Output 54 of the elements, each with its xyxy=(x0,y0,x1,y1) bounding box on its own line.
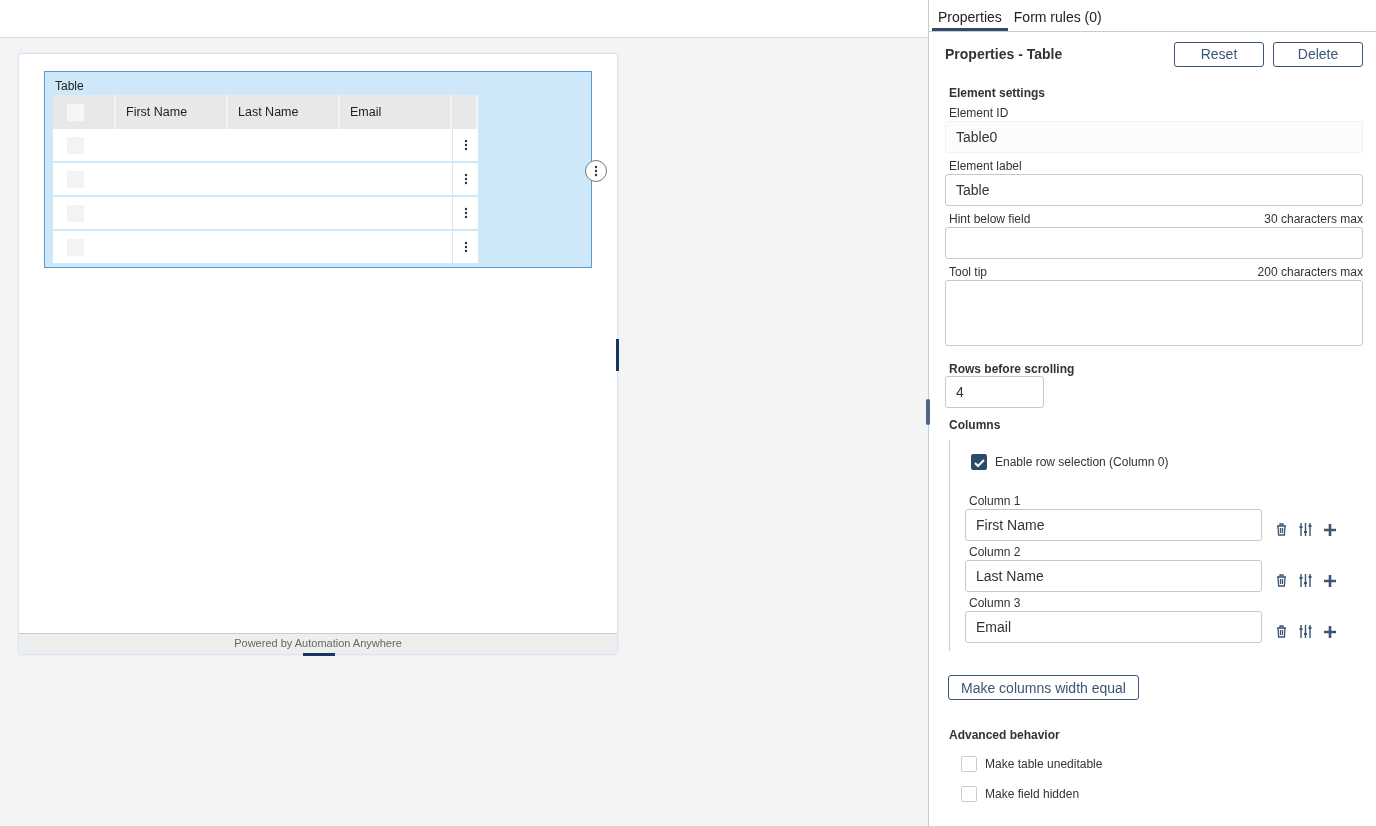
character-limit: 30 characters max xyxy=(1264,212,1363,226)
input-field[interactable]: Table xyxy=(945,174,1363,206)
field-label: Column 2 xyxy=(969,545,1021,559)
resize-handle[interactable] xyxy=(303,653,335,656)
section-title: Element settings xyxy=(949,86,1047,100)
character-limit: 200 characters max xyxy=(1257,265,1363,279)
checkbox[interactable] xyxy=(971,454,987,470)
column-header: First Name xyxy=(116,95,228,129)
checkbox-label: Make table uneditable xyxy=(985,757,1103,771)
panel-title: Properties - Table xyxy=(945,46,1064,62)
input-field[interactable]: Last Name xyxy=(965,560,1262,592)
field-label: Tool tip xyxy=(949,265,988,279)
resize-handle[interactable] xyxy=(616,339,619,371)
input-field[interactable] xyxy=(945,227,1363,259)
more-icon[interactable] xyxy=(463,173,468,185)
more-icon[interactable] xyxy=(463,139,468,151)
delete-button[interactable]: Delete xyxy=(1273,41,1363,67)
field-label: Column 3 xyxy=(969,596,1021,610)
header-cell xyxy=(452,95,478,129)
splitter-handle[interactable] xyxy=(926,399,930,425)
field-label: Rows before scrolling xyxy=(949,362,1076,376)
field-label: Hint below field xyxy=(949,212,1031,226)
more-icon[interactable] xyxy=(594,165,598,177)
plus-icon[interactable] xyxy=(1324,574,1336,587)
table-label: Table xyxy=(55,79,84,93)
footer-text: Powered by Automation Anywhere xyxy=(19,633,617,654)
trash-icon[interactable] xyxy=(1276,523,1287,536)
tab[interactable]: Properties xyxy=(932,0,1008,31)
reset-button[interactable]: Reset xyxy=(1174,41,1264,67)
section-title: Columns xyxy=(949,418,1002,432)
section-title: Advanced behavior xyxy=(949,728,1061,742)
plus-icon[interactable] xyxy=(1324,523,1336,536)
input-field[interactable]: 4 xyxy=(945,376,1044,408)
sliders-icon[interactable] xyxy=(1299,574,1312,587)
more-icon[interactable] xyxy=(463,207,468,219)
column-header: Email xyxy=(340,95,452,129)
more-button[interactable] xyxy=(585,160,607,182)
trash-icon[interactable] xyxy=(1276,574,1287,587)
tab[interactable]: Form rules (0) xyxy=(1007,0,1108,31)
plus-icon[interactable] xyxy=(1324,625,1336,638)
more-icon[interactable] xyxy=(463,241,468,253)
column-header: Last Name xyxy=(228,95,340,129)
field-label: Element ID xyxy=(949,106,1009,120)
table-widget[interactable]: Table First Name Last Name Email xyxy=(44,71,592,268)
trash-icon[interactable] xyxy=(1276,625,1287,638)
checkbox-label: Make field hidden xyxy=(985,787,1080,801)
field-label: Column 1 xyxy=(969,494,1021,508)
field-label: Element label xyxy=(949,159,1022,173)
input-field[interactable]: First Name xyxy=(965,509,1262,541)
sliders-icon[interactable] xyxy=(1299,625,1312,638)
input-field[interactable]: Email xyxy=(965,611,1262,643)
checkbox-label: Enable row selection (Column 0) xyxy=(995,455,1169,469)
sliders-icon[interactable] xyxy=(1299,523,1312,536)
equal-width-button[interactable]: Make columns width equal xyxy=(948,675,1139,700)
